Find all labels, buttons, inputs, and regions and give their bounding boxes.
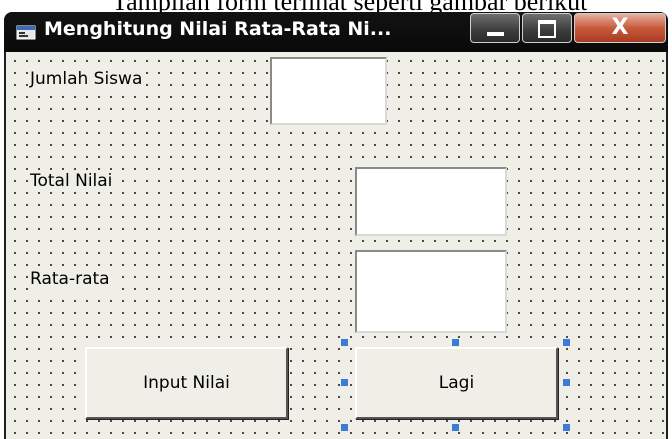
selection-handle-bottom-right[interactable]	[563, 424, 570, 431]
total-nilai-input[interactable]	[355, 167, 507, 236]
selection-handle-top[interactable]	[452, 339, 459, 346]
close-icon: X	[611, 15, 629, 40]
maximize-icon	[538, 20, 556, 38]
form-icon	[16, 25, 36, 40]
rata-rata-input[interactable]	[355, 250, 507, 333]
selection-handle-left[interactable]	[341, 379, 348, 386]
lagi-button[interactable]: Lagi	[355, 347, 558, 419]
selection-handle-top-left[interactable]	[341, 339, 348, 346]
label-jumlah-siswa: Jumlah Siswa	[28, 68, 145, 90]
maximize-button[interactable]	[522, 13, 572, 43]
selection-handle-top-right[interactable]	[563, 339, 570, 346]
form-design-surface[interactable]: Jumlah Siswa Total Nilai Rata-rata Input…	[4, 52, 668, 439]
label-rata-rata: Rata-rata	[28, 268, 112, 290]
title-bar[interactable]: Menghitung Nilai Rata-Rata Ni... X	[4, 12, 668, 52]
minimize-button[interactable]	[470, 13, 520, 43]
label-total-nilai: Total Nilai	[28, 170, 115, 192]
close-button[interactable]: X	[574, 13, 666, 43]
selection-handle-right[interactable]	[563, 379, 570, 386]
minimize-icon	[487, 32, 504, 36]
selection-handle-bottom[interactable]	[452, 424, 459, 431]
input-nilai-button[interactable]: Input Nilai	[85, 347, 288, 419]
selection-handle-bottom-left[interactable]	[341, 424, 348, 431]
form-window: Menghitung Nilai Rata-Rata Ni... X Jumla…	[0, 12, 672, 439]
window-title: Menghitung Nilai Rata-Rata Ni...	[44, 18, 392, 40]
jumlah-siswa-input[interactable]	[270, 57, 387, 125]
